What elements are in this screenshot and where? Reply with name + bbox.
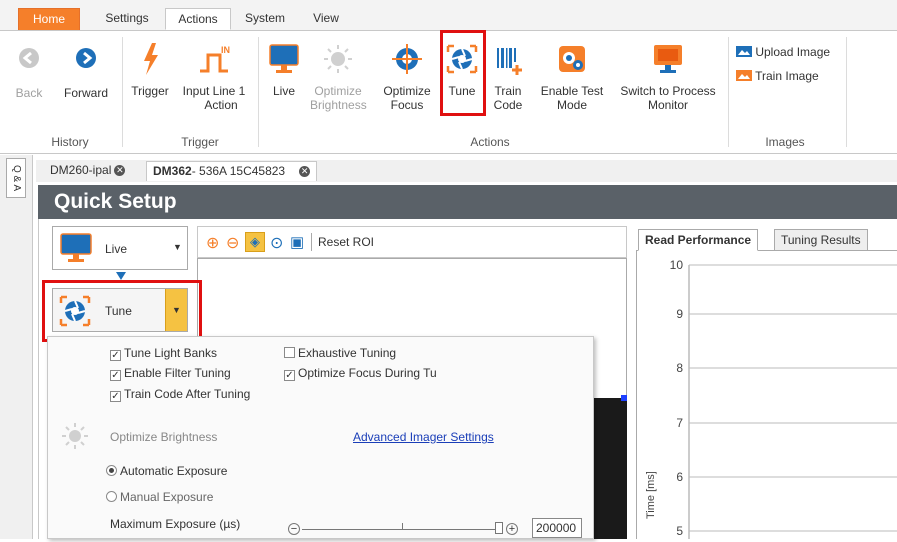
back-button[interactable]: Back — [8, 47, 50, 100]
doc-tab-dm362[interactable]: DM362- 536A 15C45823 ✕ — [146, 161, 318, 181]
sun-icon — [324, 45, 352, 73]
tune-options-panel: ✓ Tune Light Banks ✓ Enable Filter Tuning … — [47, 336, 594, 539]
tab-tuning-results[interactable]: Tuning Results — [774, 229, 868, 251]
tab-system[interactable]: System — [240, 8, 290, 30]
train-code-after-tuning-checkbox[interactable]: ✓ Train Code After Tuning — [110, 387, 250, 402]
upload-image-button[interactable]: Upload Image — [736, 45, 840, 59]
tune-light-banks-checkbox[interactable]: ✓ Tune Light Banks — [110, 346, 217, 361]
plus-icon[interactable]: + — [506, 523, 518, 535]
close-icon[interactable]: ✕ — [114, 165, 126, 177]
input-line-action-button[interactable]: IN Input Line 1 Action — [178, 41, 250, 112]
y-tick-9: 9 — [676, 307, 683, 321]
ribbon-separator — [122, 37, 123, 147]
ribbon-separator — [258, 37, 259, 147]
live-combo[interactable]: Live ▼ — [52, 226, 188, 270]
optimize-brightness-button[interactable]: Optimize Brightness — [310, 41, 367, 112]
forward-button[interactable]: Forward — [56, 47, 116, 100]
center-icon[interactable]: ⊙ — [270, 233, 283, 253]
monitor-icon — [60, 233, 92, 262]
side-strip — [0, 155, 33, 539]
chart-svg: 10 9 8 7 6 5 Time [ms] — [645, 258, 897, 539]
tab-view[interactable]: View — [306, 8, 346, 30]
ribbon-separator — [728, 37, 729, 147]
focus-target-icon — [392, 44, 422, 74]
monitor-icon — [654, 45, 682, 73]
train-image-icon — [736, 70, 752, 81]
group-actions-label: Actions — [470, 135, 510, 149]
checkmark-icon: ✓ — [110, 350, 121, 361]
advanced-imager-settings-link[interactable]: Advanced Imager Settings — [353, 430, 494, 444]
train-image-button[interactable]: Train Image — [736, 69, 840, 83]
quick-setup-header: Quick Setup — [38, 185, 897, 219]
zoom-in-icon[interactable]: ⊕ — [206, 233, 219, 253]
reset-roi-button[interactable]: Reset ROI — [318, 235, 374, 249]
max-exposure-label: Maximum Exposure (µs) — [110, 517, 241, 531]
group-trigger-label: Trigger — [181, 135, 219, 149]
exposure-slider-track[interactable] — [302, 529, 498, 530]
doc-tab-dm260[interactable]: DM260-ipal ✕ — [44, 161, 131, 181]
y-tick-7: 7 — [676, 416, 683, 430]
chevron-down-icon: ▼ — [173, 242, 182, 252]
forward-arrow-icon — [76, 48, 96, 68]
checkmark-icon: ✓ — [110, 370, 121, 381]
optimize-focus-button[interactable]: Optimize Focus — [378, 41, 436, 112]
enable-filter-tuning-checkbox[interactable]: ✓ Enable Filter Tuning — [110, 366, 231, 381]
tune-combo-highlight-box — [42, 280, 202, 342]
enable-test-mode-button[interactable]: Enable Test Mode — [534, 41, 610, 112]
lightning-icon — [144, 43, 158, 75]
right-panel-tabs: Read Performance Tuning Results — [636, 229, 897, 251]
tab-actions[interactable]: Actions — [165, 8, 231, 30]
switch-to-process-monitor-button[interactable]: Switch to Process Monitor — [614, 41, 722, 112]
y-tick-5: 5 — [676, 524, 683, 538]
y-tick-8: 8 — [676, 361, 683, 375]
optimize-focus-during-checkbox[interactable]: ✓ Optimize Focus During Tu — [284, 366, 437, 381]
max-exposure-input[interactable]: 200000 — [532, 518, 582, 538]
down-arrow-icon — [116, 272, 126, 280]
toolbar-separator — [311, 233, 312, 251]
close-icon[interactable]: ✕ — [299, 166, 311, 178]
slider-tick — [402, 523, 403, 530]
fit-image-icon[interactable]: ◈ — [245, 232, 265, 252]
document-tabs: DM260-ipal ✕ DM362- 536A 15C45823 ✕ — [36, 160, 897, 182]
checkmark-icon: ✓ — [284, 370, 295, 381]
ribbon-tab-bar: Home Settings Actions System View — [0, 0, 897, 30]
minus-icon[interactable]: − — [288, 523, 300, 535]
qa-side-tab[interactable]: Q & A — [6, 158, 26, 198]
checkmark-icon: ✓ — [110, 391, 121, 402]
tab-read-performance[interactable]: Read Performance — [638, 229, 759, 251]
zoom-out-icon[interactable]: ⊖ — [226, 233, 239, 253]
manual-exposure-radio[interactable]: Manual Exposure — [106, 490, 213, 504]
tab-home[interactable]: Home — [18, 8, 80, 30]
test-mode-gears-icon — [559, 46, 585, 72]
image-toolbar: ⊕ ⊖ ◈ ⊙ ▣ Reset ROI — [197, 226, 627, 258]
read-performance-chart: 10 9 8 7 6 5 Time [ms] — [636, 251, 897, 539]
tab-settings[interactable]: Settings — [96, 8, 158, 30]
ribbon-separator — [846, 37, 847, 147]
group-history-label: History — [51, 135, 89, 149]
trigger-button[interactable]: Trigger — [126, 41, 174, 98]
exhaustive-tuning-checkbox[interactable]: Exhaustive Tuning — [284, 346, 396, 360]
tune-highlight-box — [440, 30, 486, 116]
barcode-plus-icon — [497, 48, 522, 75]
back-arrow-icon — [19, 48, 39, 68]
sun-icon — [62, 423, 88, 449]
automatic-exposure-radio[interactable]: Automatic Exposure — [106, 464, 227, 478]
upload-image-icon — [736, 46, 752, 57]
group-images-label: Images — [765, 135, 805, 149]
monitor-icon — [269, 44, 299, 73]
input-pulse-icon: IN — [200, 45, 230, 73]
svg-text:IN: IN — [221, 45, 230, 55]
live-button[interactable]: Live — [264, 41, 304, 98]
optimize-brightness-label: Optimize Brightness — [110, 430, 218, 444]
y-tick-6: 6 — [676, 470, 683, 484]
train-code-button[interactable]: Train Code — [488, 41, 528, 112]
y-axis-label: Time [ms] — [645, 471, 657, 519]
roi-handle[interactable] — [621, 395, 627, 401]
exposure-slider-thumb[interactable] — [495, 522, 503, 534]
y-tick-10: 10 — [670, 258, 684, 272]
image-save-icon[interactable]: ▣ — [290, 233, 304, 251]
